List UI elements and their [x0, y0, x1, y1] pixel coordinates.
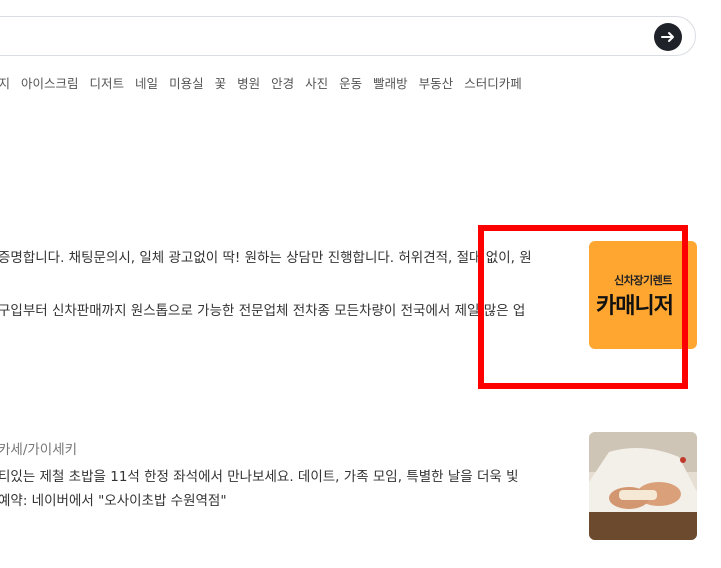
keyword-chip[interactable]: 아이스크림 [21, 73, 79, 91]
keyword-chip[interactable]: 디저트 [90, 73, 125, 91]
result-category: 카세/가이세키 [0, 442, 78, 458]
thumbnail-caption: 신차장기렌트 [614, 274, 672, 287]
arrow-right-icon [661, 32, 674, 42]
result-description-line[interactable]: 티있는 제철 초밥을 11석 한정 좌석에서 만나보세요. 데이트, 가족 모임… [0, 468, 519, 486]
keyword-chip[interactable]: 안경 [271, 73, 294, 91]
result-description-line[interactable]: 예약: 네이버에서 "오사이초밥 수원역점" [0, 492, 227, 510]
keyword-chip[interactable]: 스터디카페 [464, 73, 522, 91]
keyword-chip[interactable]: 운동 [339, 73, 362, 91]
keyword-chip[interactable]: 네일 [135, 73, 158, 91]
keyword-suggestions: 가지 아이스크림 디저트 네일 미용실 꽃 병원 안경 사진 운동 빨래방 부동… [0, 73, 533, 91]
keyword-chip[interactable]: 미용실 [169, 73, 204, 91]
keyword-chip[interactable]: 가지 [0, 73, 10, 91]
search-input[interactable] [0, 16, 696, 56]
keyword-chip[interactable]: 빨래방 [373, 73, 408, 91]
result-description-line[interactable]: 증명합니다. 채팅문의시, 일체 광고없이 딱! 원하는 상담만 진행합니다. … [0, 249, 532, 267]
keyword-chip[interactable]: 꽃 [215, 73, 227, 91]
sushi-chef-photo [589, 432, 697, 540]
result-description-line[interactable]: 구입부터 신차판매까지 원스톱으로 가능한 전문업체 전차종 모든차량이 전국에… [0, 302, 525, 320]
search-submit-button[interactable] [654, 23, 682, 51]
result-thumbnail-photo[interactable] [589, 432, 697, 540]
keyword-chip[interactable]: 사진 [305, 73, 328, 91]
result-thumbnail[interactable]: 신차장기렌트 카매니저 [589, 241, 697, 349]
thumbnail-brand: 카매니저 [596, 294, 674, 319]
keyword-chip[interactable]: 부동산 [419, 73, 454, 91]
keyword-chip[interactable]: 병원 [237, 73, 260, 91]
